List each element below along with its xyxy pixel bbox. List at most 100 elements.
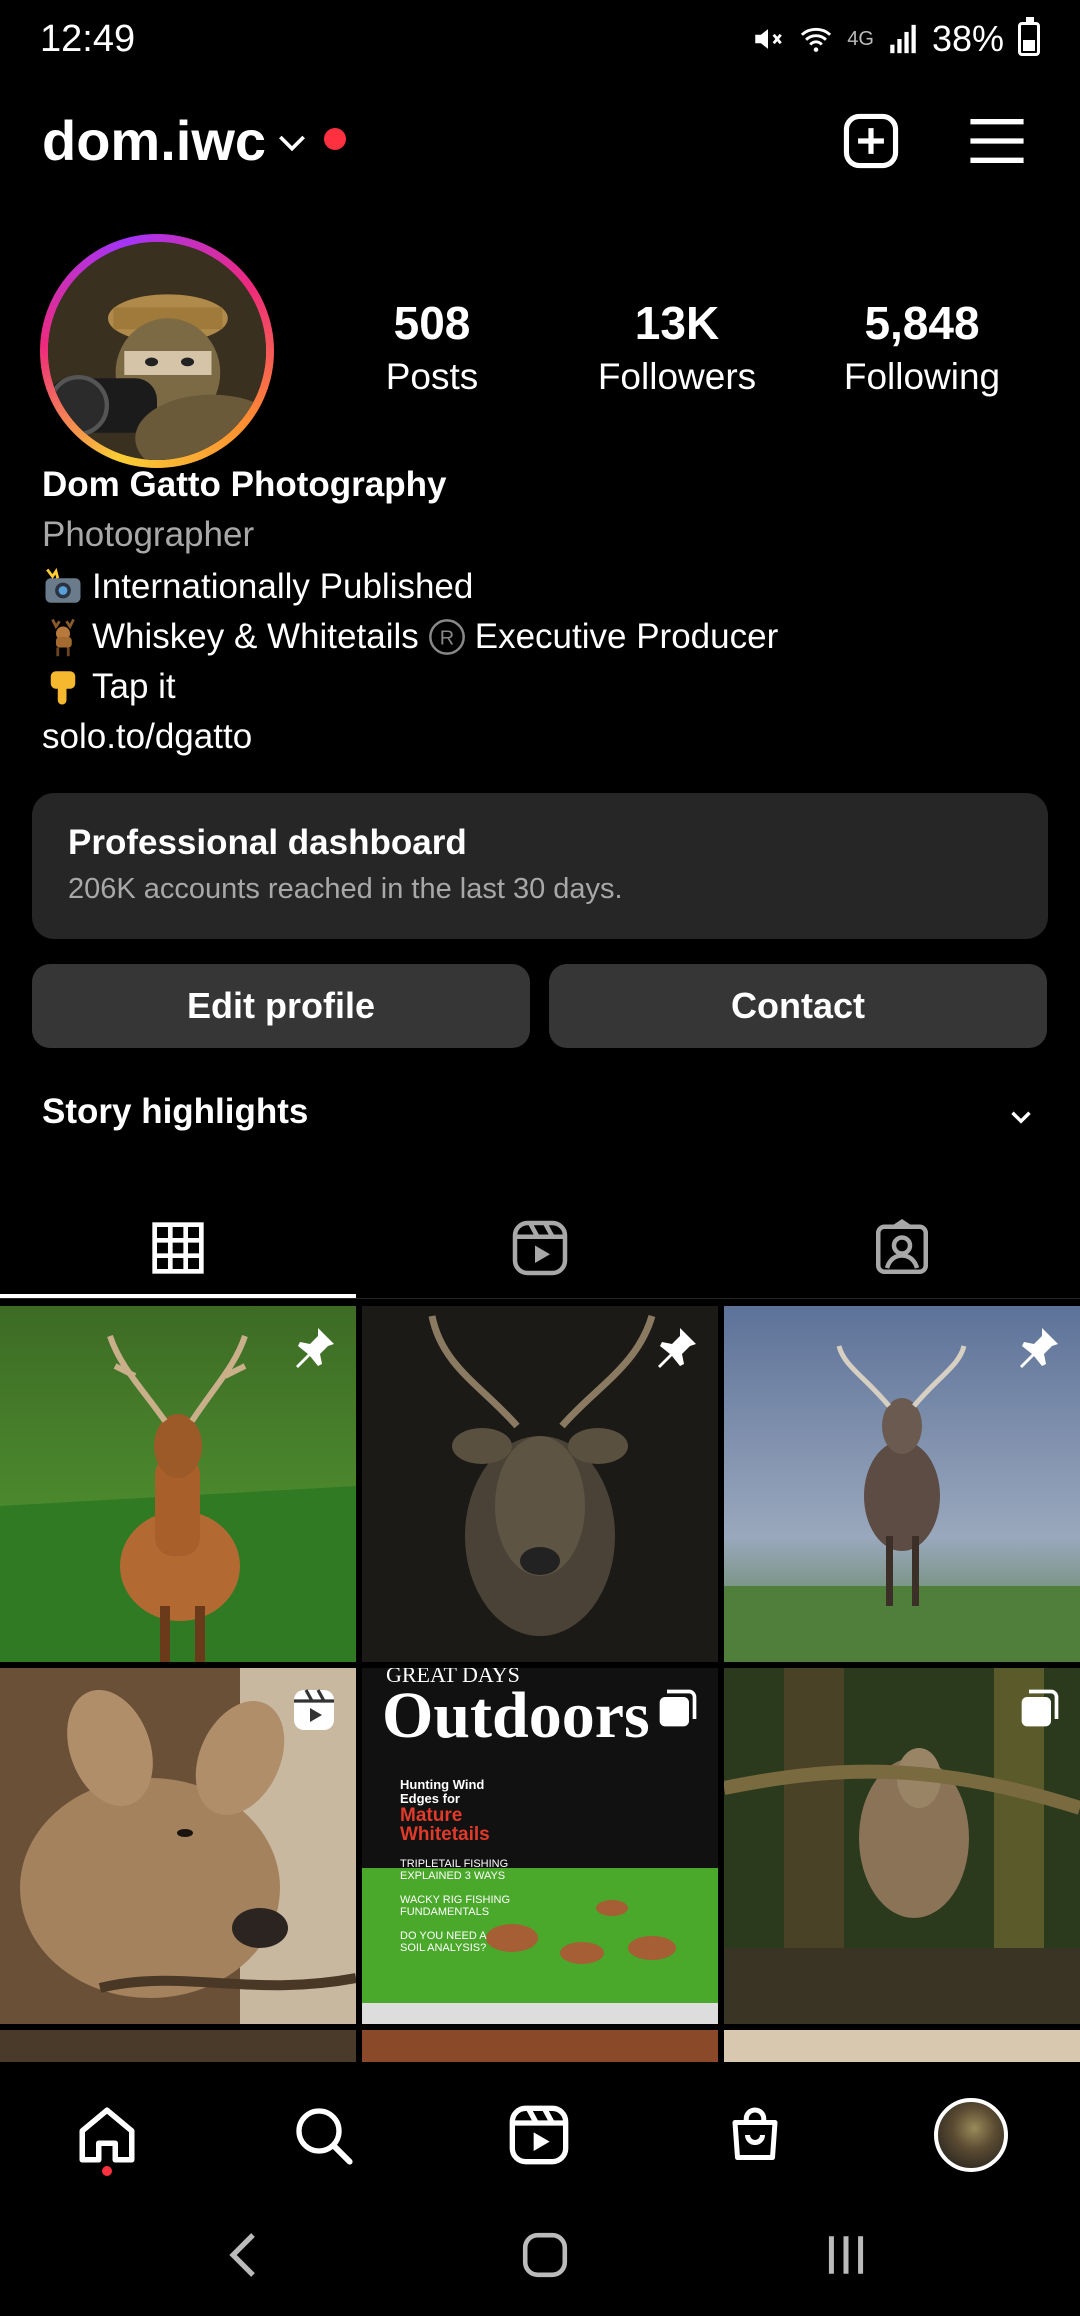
status-time: 12:49 <box>40 18 136 60</box>
menu-button[interactable] <box>962 106 1032 176</box>
magazine-headline: Hunting Wind Edges for Mature Whitetails <box>400 1777 490 1845</box>
account-username[interactable]: dom.iwc <box>42 108 266 173</box>
grid-icon <box>152 1222 204 1274</box>
tabs-divider <box>0 1298 1080 1299</box>
post-thumbnail[interactable] <box>0 1306 356 1662</box>
bio-text-2: Whiskey & Whitetails <box>92 617 419 656</box>
bio-line-2: Whiskey & Whitetails R Executive Produce… <box>42 612 778 662</box>
tab-tagged[interactable] <box>724 1200 1080 1296</box>
camera-flash-icon <box>45 567 81 603</box>
magazine-teaser-2: EXPLAINED 3 WAYS <box>400 1870 506 1882</box>
magazine-teaser-5: DO YOU NEED A <box>400 1930 487 1942</box>
home-square-icon <box>522 2232 568 2278</box>
tab-posts-grid[interactable] <box>0 1200 356 1296</box>
followers-stat[interactable]: 13K Followers <box>567 296 787 398</box>
posts-stat[interactable]: 508 Posts <box>322 296 542 398</box>
pin-icon <box>296 1328 334 1368</box>
posts-label: Posts <box>385 356 479 397</box>
dashboard-subtitle: 206K accounts reached in the last 30 day… <box>68 873 623 905</box>
reel-icon <box>294 1689 334 1730</box>
contact-button[interactable]: Contact <box>549 964 1047 1048</box>
following-stat[interactable]: 5,848 Following <box>812 296 1032 398</box>
bio-line-3: Tap it <box>42 662 176 712</box>
pin-icon <box>658 1328 696 1368</box>
system-recents-button[interactable] <box>806 2222 886 2288</box>
registered-icon: R <box>428 619 465 655</box>
signal-icon <box>890 24 916 54</box>
post-thumbnail[interactable] <box>0 1668 356 2024</box>
profile-avatar[interactable] <box>40 234 274 468</box>
status-icons: 4G 38% <box>751 17 1040 60</box>
profile-category: Photographer <box>42 515 255 554</box>
home-icon <box>79 2107 135 2163</box>
system-back-button[interactable] <box>205 2222 285 2288</box>
battery-percent: 38% <box>931 18 1004 59</box>
magazine-teaser-4: FUNDAMENTALS <box>400 1906 490 1918</box>
avatar-photo <box>48 242 266 460</box>
system-home-button[interactable] <box>505 2222 585 2288</box>
bio-line-1: Internationally Published <box>42 562 473 612</box>
battery-icon <box>1018 17 1040 56</box>
professional-dashboard[interactable]: Professional dashboard 206K accounts rea… <box>32 793 1048 939</box>
reels-icon <box>512 1220 568 1276</box>
carousel-icon <box>1021 1689 1059 1727</box>
dashboard-title: Professional dashboard <box>68 823 467 862</box>
post-thumbnail[interactable] <box>362 1306 718 1662</box>
chevron-down-icon[interactable] <box>272 122 312 162</box>
tagged-icon <box>876 1219 928 1274</box>
deer-icon <box>51 618 75 657</box>
story-highlights-title[interactable]: Story highlights <box>42 1092 308 1132</box>
post-thumbnail[interactable] <box>724 2030 1080 2062</box>
nav-reels[interactable] <box>494 2090 584 2180</box>
recents-icon <box>828 2236 864 2274</box>
reels-icon <box>509 2105 569 2165</box>
profile-name: Dom Gatto Photography <box>42 465 447 504</box>
search-icon <box>296 2108 353 2165</box>
home-notification-dot <box>102 2166 112 2176</box>
profile-avatar-small <box>934 2098 1008 2172</box>
post-thumbnail[interactable] <box>724 1306 1080 1662</box>
shopping-bag-icon <box>732 2107 778 2160</box>
post-thumbnail[interactable] <box>362 2030 718 2062</box>
pin-icon <box>1020 1328 1058 1368</box>
magazine-headline-3: Mature <box>400 1805 463 1826</box>
bio-text-4: Tap it <box>92 667 176 706</box>
following-count: 5,848 <box>864 297 980 349</box>
wifi-icon <box>801 27 832 52</box>
plus-square-icon <box>843 113 899 169</box>
post-thumbnail[interactable] <box>0 2030 356 2062</box>
pointing-down-icon <box>50 671 76 705</box>
nav-shop[interactable] <box>710 2090 800 2180</box>
post-thumbnail[interactable]: GREAT DAYS Outdoors Hunting Wind Edges f… <box>362 1668 718 2024</box>
nav-search[interactable] <box>278 2090 368 2180</box>
active-tab-indicator <box>0 1294 356 1298</box>
profile-link[interactable]: solo.to/dgatto <box>42 712 252 762</box>
bio-text-1: Internationally Published <box>92 567 474 606</box>
magazine-teaser-3: WACKY RIG FISHING <box>400 1894 511 1906</box>
notification-dot <box>324 128 346 150</box>
following-label: Following <box>843 356 1001 397</box>
svg-text:R: R <box>440 628 454 650</box>
edit-profile-button[interactable]: Edit profile <box>32 964 530 1048</box>
network-type: 4G <box>847 27 874 50</box>
followers-count: 13K <box>634 297 720 349</box>
highlights-chevron-icon[interactable] <box>1004 1100 1038 1134</box>
magazine-headline-4: Whitetails <box>400 1824 490 1845</box>
magazine-teaser-1: TRIPLETAIL FISHING <box>400 1858 509 1870</box>
tab-reels[interactable] <box>362 1200 718 1296</box>
followers-label: Followers <box>597 356 757 397</box>
back-chevron-icon <box>229 2233 255 2277</box>
magazine-teaser-6: SOIL ANALYSIS? <box>400 1942 487 1954</box>
posts-count: 508 <box>393 297 471 349</box>
magazine-title: Outdoors <box>382 1679 650 1752</box>
magazine-headline-2: Edges for <box>400 1791 460 1806</box>
mute-icon <box>755 29 783 49</box>
magazine-headline-1: Hunting Wind <box>400 1777 485 1792</box>
post-thumbnail[interactable] <box>724 1668 1080 2024</box>
nav-profile[interactable] <box>926 2090 1016 2180</box>
carousel-icon <box>659 1689 697 1727</box>
create-button[interactable] <box>836 106 906 176</box>
magazine-teasers: TRIPLETAIL FISHING EXPLAINED 3 WAYS WACK… <box>400 1858 510 1954</box>
hamburger-icon <box>970 119 1024 163</box>
bio-text-3: Executive Producer <box>474 617 779 656</box>
